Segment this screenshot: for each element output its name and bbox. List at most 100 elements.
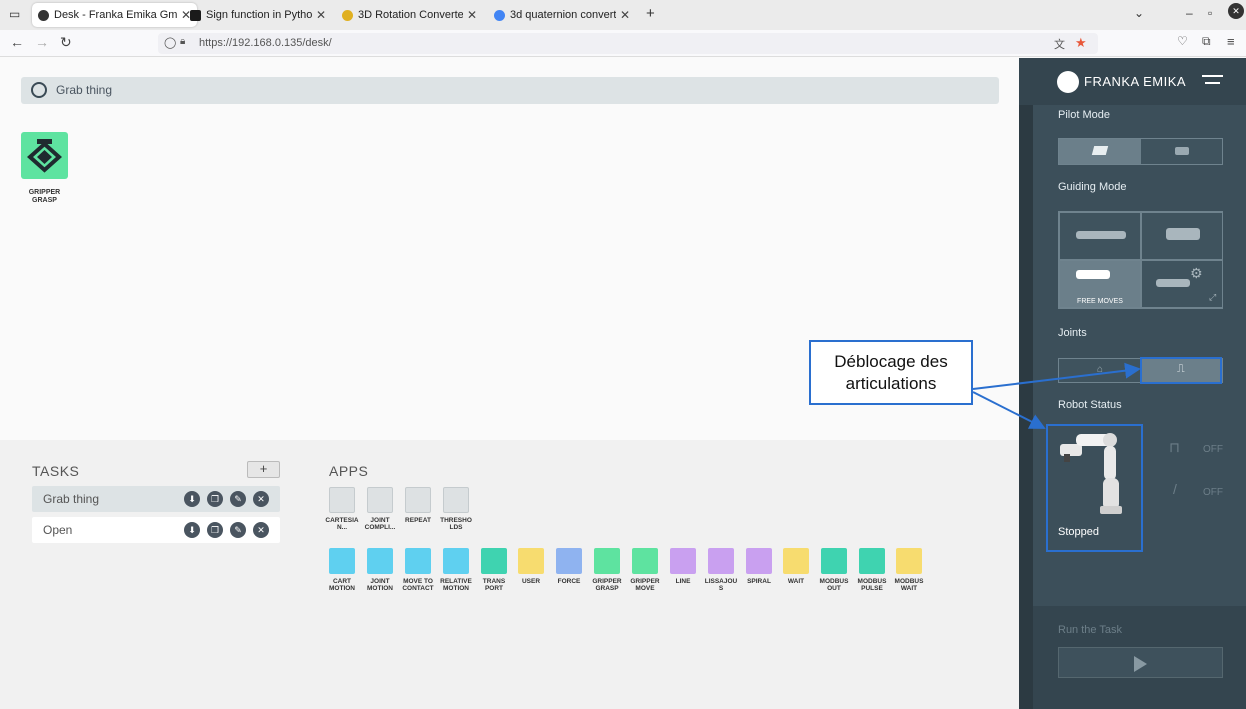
- copy-icon[interactable]: ❐: [207, 491, 223, 507]
- run-task-button[interactable]: [1058, 647, 1223, 678]
- app-tile[interactable]: MOVE TO CONTACT: [399, 548, 437, 592]
- close-icon[interactable]: ✕: [467, 8, 477, 22]
- app-tile[interactable]: SPIRAL: [740, 548, 778, 585]
- tab-sign-function[interactable]: Sign function in Python ( ✕: [184, 3, 332, 27]
- menu-icon[interactable]: ≡: [1227, 34, 1235, 49]
- minimize-icon[interactable]: –: [1186, 6, 1193, 20]
- edit-icon[interactable]: ✎: [230, 491, 246, 507]
- edit-icon[interactable]: ✎: [230, 522, 246, 538]
- app-icon: [708, 548, 734, 574]
- guiding-mode-grid: FREE MOVES ⚙ ⤢: [1058, 211, 1223, 309]
- tab-quaternion[interactable]: 3d quaternion converter ✕: [488, 3, 636, 27]
- copy-icon[interactable]: ❐: [207, 522, 223, 538]
- app-label: CART MOTION: [329, 578, 355, 592]
- panel-collapse-edge[interactable]: [1019, 58, 1033, 709]
- tasks-title: TASKS: [32, 463, 80, 479]
- delete-icon[interactable]: ✕: [253, 522, 269, 538]
- task-row[interactable]: Open ⬇ ❐ ✎ ✕: [32, 517, 280, 543]
- pilot-mode-option-1[interactable]: [1059, 139, 1141, 164]
- download-icon[interactable]: ⬇: [184, 522, 200, 538]
- app-icon: [896, 548, 922, 574]
- extensions-icon[interactable]: ⧉: [1202, 34, 1211, 49]
- translate-icon[interactable]: 文: [1054, 36, 1065, 52]
- app-tile[interactable]: CARTESIA N...: [323, 487, 361, 531]
- app-tile[interactable]: MODBUS WAIT: [890, 548, 928, 592]
- guiding-mode-translation[interactable]: [1059, 212, 1141, 260]
- app-tile[interactable]: TRANS PORT: [475, 548, 513, 592]
- task-name: Grab thing: [43, 492, 100, 506]
- add-task-button[interactable]: +: [247, 461, 280, 478]
- pocket-icon[interactable]: ♡: [1177, 34, 1188, 48]
- delete-icon[interactable]: ✕: [253, 491, 269, 507]
- robot-status-label: Robot Status: [1058, 399, 1122, 411]
- guiding-mode-rotation[interactable]: [1141, 212, 1223, 260]
- app-tile[interactable]: GRIPPER MOVE: [626, 548, 664, 592]
- app-tile[interactable]: MODBUS OUT: [815, 548, 853, 592]
- app-icon: [443, 487, 469, 513]
- gripper-status-value: OFF: [1203, 444, 1223, 455]
- app-icon: [859, 548, 885, 574]
- hamburger-menu-icon[interactable]: [1202, 75, 1223, 77]
- app-icon: [783, 548, 809, 574]
- tab-3d-rotation[interactable]: 3D Rotation Converter - ✕: [336, 3, 483, 27]
- restore-icon[interactable]: ▫: [1208, 6, 1212, 20]
- task-header[interactable]: Grab thing: [21, 77, 999, 104]
- app-icon: [367, 487, 393, 513]
- reload-icon[interactable]: ↻: [60, 34, 72, 51]
- app-tile[interactable]: JOINT COMPLI...: [361, 487, 399, 531]
- task-header-name: Grab thing: [56, 83, 113, 97]
- shield-icon[interactable]: ◯: [164, 36, 176, 49]
- url-text[interactable]: https://192.168.0.135/desk/: [199, 37, 332, 49]
- tab-list-icon[interactable]: ⌄: [1134, 6, 1144, 20]
- pilot-mode-option-2[interactable]: [1141, 139, 1222, 164]
- new-tab-button[interactable]: +: [646, 5, 655, 22]
- app-tile[interactable]: RELATIVE MOTION: [437, 548, 475, 592]
- lock-icon[interactable]: 🔒︎: [180, 36, 185, 47]
- app-label: THRESHO LDS: [440, 517, 472, 531]
- app-icon: [329, 548, 355, 574]
- app-label: TRANS PORT: [482, 578, 506, 592]
- star-icon[interactable]: ★: [1075, 35, 1087, 51]
- forward-arrow-icon[interactable]: →: [35, 34, 49, 50]
- app-icon: [746, 548, 772, 574]
- tab-franka-desk[interactable]: Desk - Franka Emika Gmb ✕: [32, 3, 197, 27]
- tab-overview-icon[interactable]: ▭: [9, 7, 20, 21]
- app-tile[interactable]: THRESHO LDS: [437, 487, 475, 531]
- joints-locked-option[interactable]: ⌂: [1059, 359, 1141, 382]
- url-bar[interactable]: ◯ 🔒︎ https://192.168.0.135/desk/ 文 ★: [158, 33, 1098, 54]
- joints-label: Joints: [1058, 327, 1087, 339]
- app-tile[interactable]: LINE: [664, 548, 702, 585]
- app-icon: [405, 487, 431, 513]
- guiding-mode-free-moves[interactable]: FREE MOVES: [1059, 260, 1141, 308]
- app-tile[interactable]: LISSAJOU S: [702, 548, 740, 592]
- app-label: RELATIVE MOTION: [440, 578, 472, 592]
- app-tile[interactable]: FORCE: [550, 548, 588, 585]
- tool-status-icon: /: [1173, 481, 1177, 497]
- app-tile[interactable]: MODBUS PULSE: [853, 548, 891, 592]
- app-tile[interactable]: JOINT MOTION: [361, 548, 399, 592]
- app-label: MODBUS OUT: [819, 578, 849, 592]
- app-icon: [556, 548, 582, 574]
- task-row[interactable]: Grab thing ⬇ ❐ ✎ ✕: [32, 486, 280, 512]
- app-tile[interactable]: USER: [512, 548, 550, 585]
- download-icon[interactable]: ⬇: [184, 491, 200, 507]
- window-close-icon[interactable]: ✕: [1228, 3, 1244, 19]
- pilot-icon: [1175, 147, 1189, 155]
- app-tile[interactable]: REPEAT: [399, 487, 437, 524]
- close-icon[interactable]: ✕: [316, 8, 326, 22]
- hamburger-menu-icon-line[interactable]: [1205, 82, 1220, 84]
- app-tile[interactable]: GRIPPER GRASP: [588, 548, 626, 592]
- browser-nav-bar: ← → ↻ ◯ 🔒︎ https://192.168.0.135/desk/ 文…: [0, 30, 1246, 57]
- brand-name: FRANKA EMIKA: [1084, 74, 1187, 89]
- timeline-gripper-grasp-app[interactable]: [21, 132, 68, 179]
- pilot-icon: [1091, 146, 1109, 155]
- app-tile[interactable]: WAIT: [777, 548, 815, 585]
- app-label: MOVE TO CONTACT: [402, 578, 434, 592]
- back-arrow-icon[interactable]: ←: [10, 34, 24, 50]
- app-icon: [632, 548, 658, 574]
- app-tile[interactable]: CART MOTION: [323, 548, 361, 592]
- guiding-mode-user[interactable]: ⚙ ⤢: [1141, 260, 1223, 308]
- run-task-label: Run the Task: [1058, 624, 1123, 636]
- globe-icon: [31, 82, 47, 98]
- close-icon[interactable]: ✕: [620, 8, 630, 22]
